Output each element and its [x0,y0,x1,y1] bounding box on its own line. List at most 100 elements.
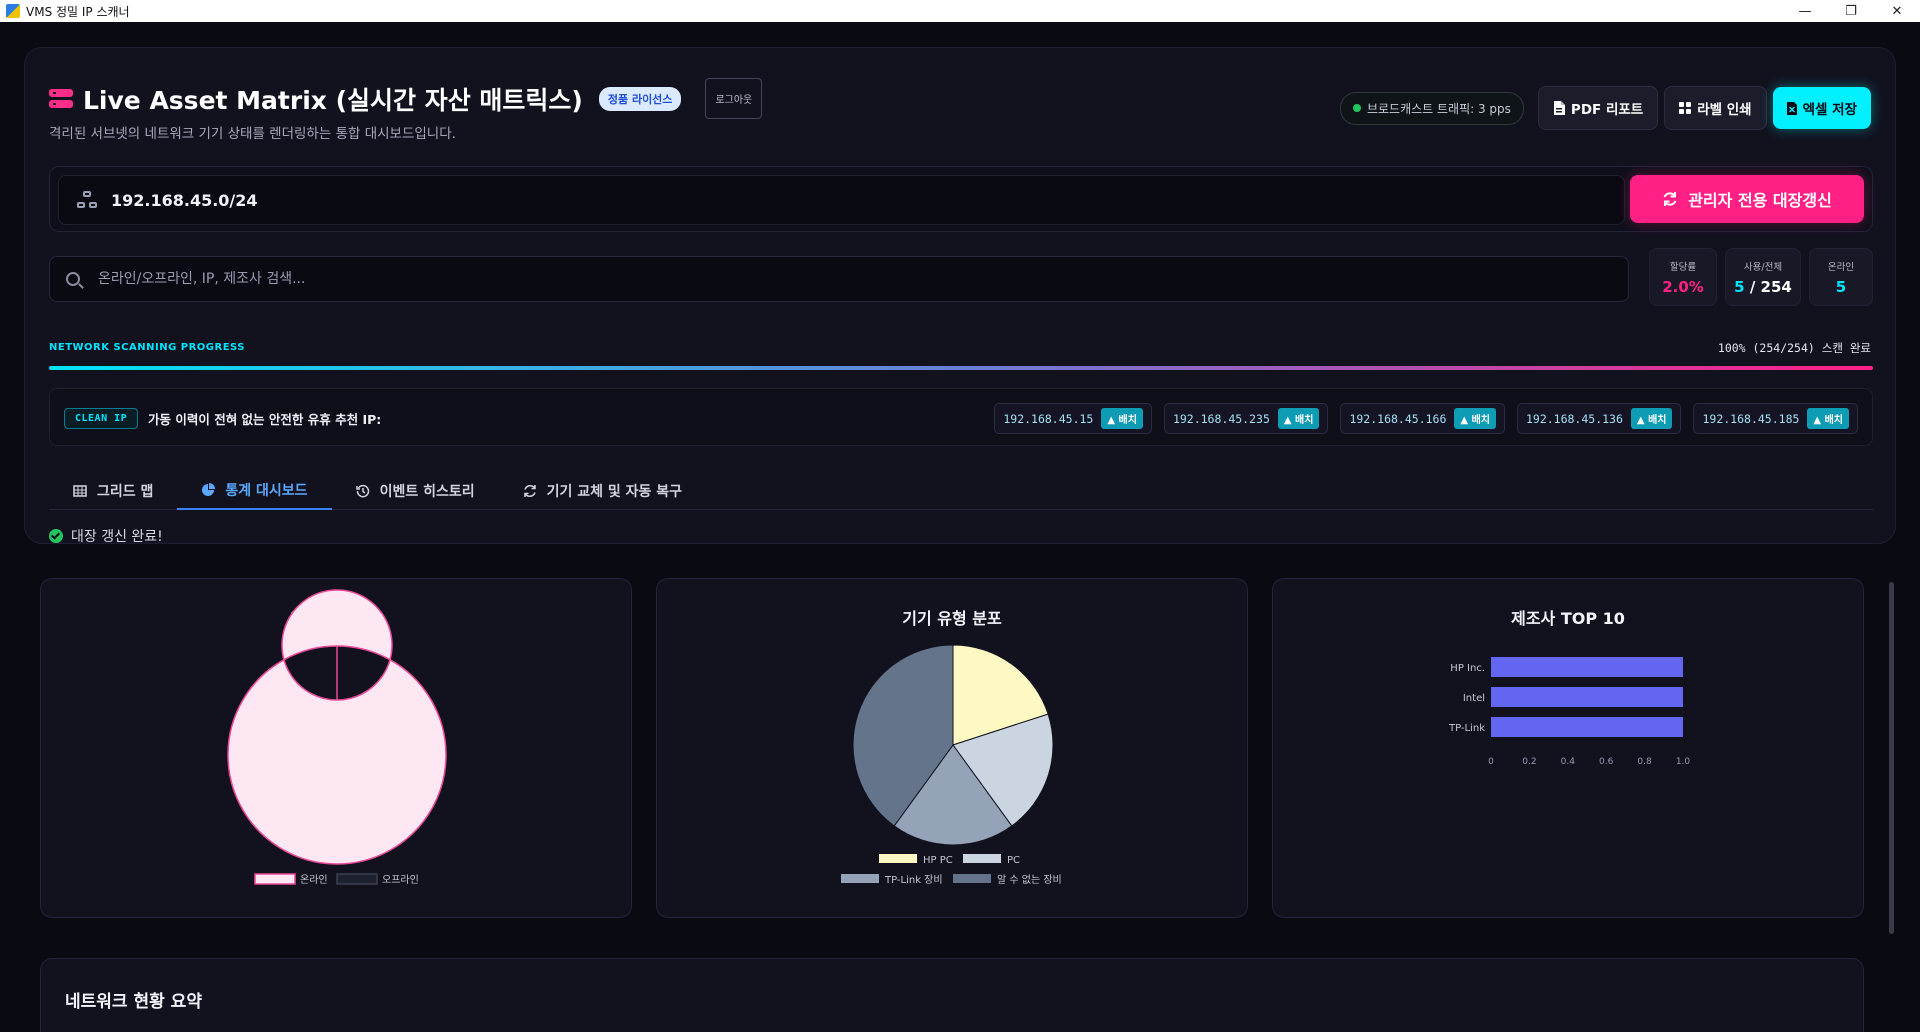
legend-label: PC [1007,855,1020,866]
legend-label: 알 수 없는 장비 [997,873,1062,886]
stat-value: 2.0% [1662,277,1704,296]
refresh-icon [1663,192,1677,206]
page-subtitle: 격리된 서브넷의 네트워크 기기 상태를 렌더링하는 통합 대시보드입니다. [49,126,456,142]
stat-total: 254 [1760,277,1792,296]
tab-label: 이벤트 히스토리 [379,484,475,500]
history-icon [355,484,369,498]
admin-refresh-label: 관리자 전용 대장갱신 [1688,191,1832,210]
legend-label: HP PC [923,855,953,866]
clean-ip-chip: 192.168.45.136 ▲ 배치 [1516,403,1682,434]
pdf-report-button[interactable]: PDF 리포트 [1537,86,1659,130]
excel-save-label: 엑셀 저장 [1802,102,1857,118]
app-content: Live Asset Matrix (실시간 자산 매트릭스) 정품 라이선스 … [0,22,1920,1032]
search-bar [49,256,1629,302]
chart-vendor-top10: 제조사 TOP 10 HP Inc. Intel TP-Link 0 0.2 0.4 0.6… [1272,578,1864,918]
check-circle-icon [49,529,63,543]
bar-category-label: TP-Link [1448,723,1485,734]
minimize-icon[interactable]: — [1782,0,1828,22]
tab-label: 통계 대시보드 [225,483,308,499]
page-title: Live Asset Matrix (실시간 자산 매트릭스) [83,85,583,115]
bar [1491,657,1683,677]
assign-button[interactable]: ▲ 배치 [1101,408,1143,429]
header-title-row: Live Asset Matrix (실시간 자산 매트릭스) 정품 라이선스 … [49,78,763,119]
doughnut-chart: 온라인 오프라인 [227,589,447,886]
table-icon [73,485,87,497]
stat-usage: 사용/전체 5 / 254 [1725,248,1801,306]
assign-label: 배치 [1295,415,1314,426]
bar-category-label: HP Inc. [1450,663,1485,674]
clean-ip-chip: 192.168.45.166 ▲ 배치 [1340,403,1505,434]
clean-ip-chip: 192.168.45.185 ▲ 배치 [1693,403,1858,434]
assign-button[interactable]: ▲ 배치 [1454,408,1496,429]
assign-label: 배치 [1648,415,1667,426]
file-excel-icon [1786,101,1797,115]
assign-button[interactable]: ▲ 배치 [1807,408,1849,429]
clean-ip-list: 192.168.45.15 ▲ 배치 192.168.45.235 ▲ 배치 1… [994,403,1858,434]
pie-icon [202,483,216,496]
pdf-report-label: PDF 리포트 [1570,102,1644,118]
logout-button[interactable]: 로그아웃 [705,78,763,119]
legend-swatch [254,873,296,885]
clean-ip-address: 192.168.45.235 [1172,411,1270,426]
clean-ip-address: 192.168.45.166 [1349,411,1447,426]
legend-swatch [963,854,1001,863]
tab-label: 기기 교체 및 자동 복구 [546,484,683,500]
network-icon [77,191,97,209]
assign-label: 배치 [1118,415,1137,426]
admin-refresh-button[interactable]: 관리자 전용 대장갱신 [1630,175,1864,223]
clean-ip-chip: 192.168.45.235 ▲ 배치 [1163,403,1329,434]
excel-save-button[interactable]: 엑셀 저장 [1772,87,1871,129]
server-icon [49,88,73,109]
x-tick-label: 1.0 [1676,757,1691,767]
pie-chart: HP PC PC TP-Link 장비 알 수 없는 장비 [841,644,1062,886]
tab-event-history[interactable]: 이벤트 히스토리 [332,472,499,510]
clean-ip-address: 192.168.45.136 [1525,411,1623,426]
legend-label: TP-Link 장비 [884,874,943,886]
status-message: 대장 갱신 완료! [49,526,163,546]
label-print-button[interactable]: 라벨 인쇄 [1664,86,1767,130]
bar [1491,687,1683,707]
stat-value: 5 [1835,277,1847,296]
tab-device-replace[interactable]: 기기 교체 및 자동 복구 [499,472,706,510]
assign-button[interactable]: ▲ 배치 [1630,408,1673,429]
window-title: VMS 정밀 IP 스캐너 [26,4,130,19]
bar-chart: HP Inc. Intel TP-Link 0 0.2 0.4 0.6 0.8 1.0 [1448,657,1691,767]
stat-value: 5 / 254 [1734,278,1792,296]
clean-ip-address: 192.168.45.15 [1003,411,1094,426]
main-tabs: 그리드 맵 통계 대시보드 이벤트 히스토리 기기 교체 및 자동 복구 [49,472,1873,510]
x-tick-label: 0.2 [1522,757,1536,767]
qrcode-icon [1679,102,1692,114]
stat-label: 온라인 [1827,261,1855,273]
bar [1491,717,1683,737]
tab-stats-dashboard[interactable]: 통계 대시보드 [177,472,332,510]
stat-used: 5 [1734,277,1745,296]
sync-icon [523,484,536,498]
close-icon[interactable]: ✕ [1874,0,1920,22]
clean-ip-tag: CLEAN IP [64,408,139,429]
subnet-value: 192.168.45.0/24 [111,190,258,210]
license-badge: 정품 라이선스 [598,86,682,111]
doughnut-slice [227,589,447,865]
assign-label: 배치 [1824,415,1843,426]
label-print-label: 라벨 인쇄 [1697,102,1752,118]
traffic-text: 브로드캐스트 트래픽: 3 pps [1366,101,1511,116]
search-input[interactable] [98,271,1498,287]
status-dot-icon [1352,104,1361,112]
tab-grid-map[interactable]: 그리드 맵 [49,472,177,510]
stat-online: 온라인 5 [1809,248,1873,306]
maximize-icon[interactable]: ❐ [1828,0,1874,22]
stat-label: 할당률 [1669,261,1697,273]
stat-separator: / [1744,277,1761,296]
progress-fill [49,366,1873,370]
x-tick-label: 0.6 [1599,757,1614,767]
assign-button[interactable]: ▲ 배치 [1277,408,1320,429]
progress-status: 100% (254/254) 스캔 완료 [1717,341,1871,355]
x-tick-label: 0 [1488,757,1494,767]
scrollbar[interactable] [1889,582,1894,934]
x-tick-label: 0.8 [1637,757,1652,767]
assign-label: 배치 [1471,415,1490,426]
subnet-input[interactable]: 192.168.45.0/24 [58,175,1625,225]
stat-label: 사용/전체 [1743,261,1783,273]
clean-ip-chip: 192.168.45.15 ▲ 배치 [994,403,1152,434]
header-actions: 브로드캐스트 트래픽: 3 pps PDF 리포트 라벨 인쇄 엑셀 저장 [1339,86,1871,130]
